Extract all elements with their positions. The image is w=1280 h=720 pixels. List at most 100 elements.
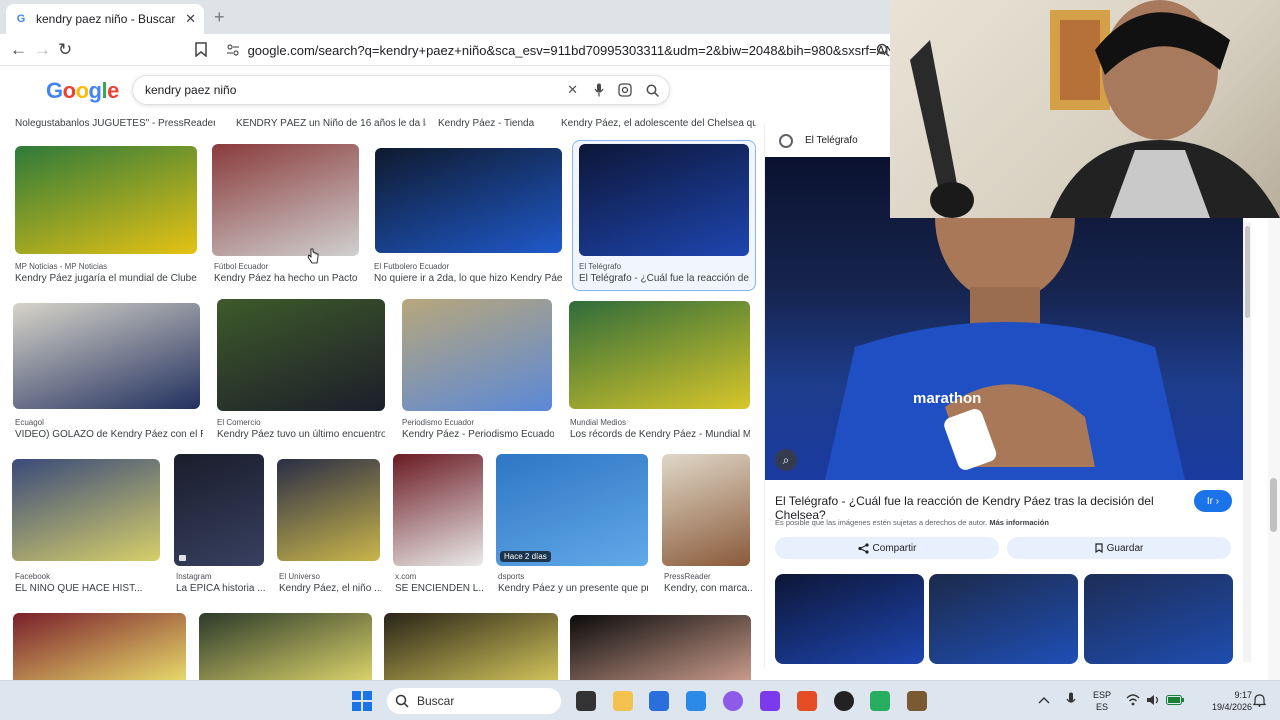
chevron-up-icon[interactable]	[1038, 695, 1050, 705]
preview-source[interactable]: El Telégrafo	[805, 135, 858, 146]
battery-icon[interactable]	[1166, 695, 1184, 705]
result-source: El Telégrafo	[579, 262, 622, 271]
result-image[interactable]: Hace 2 días	[496, 454, 648, 566]
task-view-icon[interactable]	[576, 691, 596, 711]
result-image[interactable]	[13, 303, 200, 409]
result-title[interactable]: La ÉPICA historia ...	[176, 583, 266, 594]
lens-search-icon[interactable]	[618, 83, 632, 97]
result-image[interactable]	[12, 459, 160, 561]
hand-cursor-icon	[307, 248, 319, 264]
result-image[interactable]	[174, 454, 264, 566]
result-image[interactable]	[199, 613, 372, 680]
result-image[interactable]	[375, 148, 562, 253]
result-source: El Comercio	[217, 418, 261, 427]
result-image[interactable]	[277, 459, 380, 561]
bookmark-icon[interactable]	[195, 42, 207, 57]
minecraft-icon[interactable]	[870, 691, 890, 711]
result-source: Mundial Medios	[570, 418, 627, 427]
related-image[interactable]	[775, 574, 924, 664]
share-icon	[857, 542, 869, 554]
result-title[interactable]: Los récords de Kendry Páez - Mundial Me.…	[570, 429, 750, 440]
address-bar[interactable]: google.com/search?q=kendry+paez+niño&sca…	[220, 37, 900, 63]
result-image[interactable]	[569, 301, 750, 409]
result-source: x.com	[395, 572, 417, 581]
related-image[interactable]	[929, 574, 1078, 664]
result-image[interactable]	[217, 299, 385, 411]
taskbar-search[interactable]: Buscar	[386, 687, 562, 715]
result-title[interactable]: EL NIÑO QUE HACE HIST...	[15, 583, 160, 594]
photos-icon[interactable]	[686, 691, 706, 711]
result-title[interactable]: Nolegustabanlos JUGUETES" - PressReader	[15, 118, 215, 129]
panel-scrollbar-thumb[interactable]	[1245, 226, 1250, 318]
result-title[interactable]: VIDEO) GOLAZO de Kendry Páez con el R...	[15, 429, 203, 440]
clipchamp-icon[interactable]	[760, 691, 780, 711]
result-image[interactable]	[570, 615, 751, 680]
result-image[interactable]	[402, 299, 552, 411]
back-button[interactable]: ←	[10, 40, 27, 60]
microsoft-store-icon[interactable]	[649, 691, 669, 711]
result-image[interactable]	[384, 613, 558, 680]
result-source: dsports	[498, 572, 525, 581]
result-title[interactable]: Kendry Páez - Periodismo Ecuador	[402, 429, 554, 440]
microphone-icon[interactable]	[1066, 692, 1076, 708]
result-image[interactable]	[579, 144, 749, 256]
result-image[interactable]	[212, 144, 359, 256]
active-tab[interactable]: G kendry paez niño - Buscar con Google ✕	[6, 4, 204, 34]
close-tab-icon[interactable]: ✕	[185, 11, 196, 27]
wifi-icon[interactable]	[1126, 694, 1140, 706]
result-image[interactable]	[15, 146, 197, 254]
copilot-icon[interactable]	[723, 691, 743, 711]
result-source: Ecuagol	[15, 418, 44, 427]
result-title[interactable]: No quiere ir a 2da, lo que hizo Kendry P…	[374, 273, 562, 284]
clock[interactable]: 9:17 19/4/2026	[1192, 689, 1252, 713]
result-source: Fútbol Ecuador	[214, 262, 269, 271]
url-text: google.com/search?q=kendry+paez+niño&sca…	[247, 42, 900, 58]
taskbar-search-placeholder: Buscar	[417, 694, 455, 708]
result-title[interactable]: Kendry Páez jugaría el mundial de Clubes…	[15, 273, 197, 284]
windows-start-icon[interactable]	[352, 691, 372, 711]
result-image[interactable]	[13, 613, 186, 680]
related-image[interactable]	[1084, 574, 1233, 664]
result-title[interactable]: Kendry Páez, el adolescente del Chelsea …	[561, 118, 756, 129]
brave-browser-icon[interactable]	[797, 691, 817, 711]
voice-search-icon[interactable]	[594, 83, 604, 97]
site-settings-icon[interactable]	[226, 44, 240, 56]
more-info-link[interactable]: Más información	[989, 518, 1049, 527]
search-input[interactable]: kendry paez niño	[145, 83, 553, 97]
result-title[interactable]: Kendry Páez - Tienda	[438, 118, 558, 129]
visit-button[interactable]: Ir ›	[1194, 490, 1232, 512]
result-source: PressReader	[664, 572, 711, 581]
save-button[interactable]: Guardar	[1007, 537, 1231, 559]
file-explorer-icon[interactable]	[613, 691, 633, 711]
reload-button[interactable]: ↻	[58, 40, 72, 60]
language-indicator[interactable]: ESP ES	[1088, 689, 1116, 713]
save-label: Guardar	[1106, 542, 1144, 554]
obs-studio-icon[interactable]	[834, 691, 854, 711]
result-title[interactable]: Kendry, con marca...	[664, 583, 752, 594]
lens-search-icon[interactable]: ⌕	[775, 449, 797, 471]
result-title[interactable]: KENDRY PÁEZ un Niño de 16 años le da la …	[236, 118, 426, 129]
scrollbar-thumb[interactable]	[1270, 478, 1277, 532]
result-title[interactable]: Kendry Páez ha hecho un Pacto ...	[214, 273, 359, 284]
clear-search-icon[interactable]: ✕	[567, 82, 578, 98]
bookmark-icon	[1095, 543, 1103, 553]
notifications-icon[interactable]	[1253, 694, 1266, 707]
result-image[interactable]	[662, 454, 750, 566]
minecraft-launcher-icon[interactable]	[907, 691, 927, 711]
result-title[interactable]: Kendry Páez tuvo un último encuentro ...	[217, 429, 385, 440]
result-image[interactable]	[393, 454, 483, 566]
result-title[interactable]: SE ENCIENDEN L...	[395, 583, 483, 594]
search-submit-icon[interactable]	[646, 84, 659, 97]
volume-icon[interactable]	[1146, 694, 1160, 706]
webcam-overlay	[890, 0, 1280, 218]
forward-button[interactable]: →	[34, 40, 51, 60]
share-button[interactable]: Compartir	[775, 537, 999, 559]
new-tab-button[interactable]: +	[214, 7, 225, 28]
google-logo[interactable]: Google	[46, 78, 119, 104]
time-badge: Hace 2 días	[500, 551, 551, 562]
result-title[interactable]: El Telégrafo - ¿Cuál fue la reacción de …	[579, 273, 749, 284]
search-box[interactable]: kendry paez niño ✕	[132, 75, 670, 105]
result-title[interactable]: Kendry Páez, el niño ...	[279, 583, 381, 594]
result-title[interactable]: Kendry Páez y un presente que pr...	[498, 583, 648, 594]
zoom-search-icon[interactable]	[876, 43, 890, 57]
